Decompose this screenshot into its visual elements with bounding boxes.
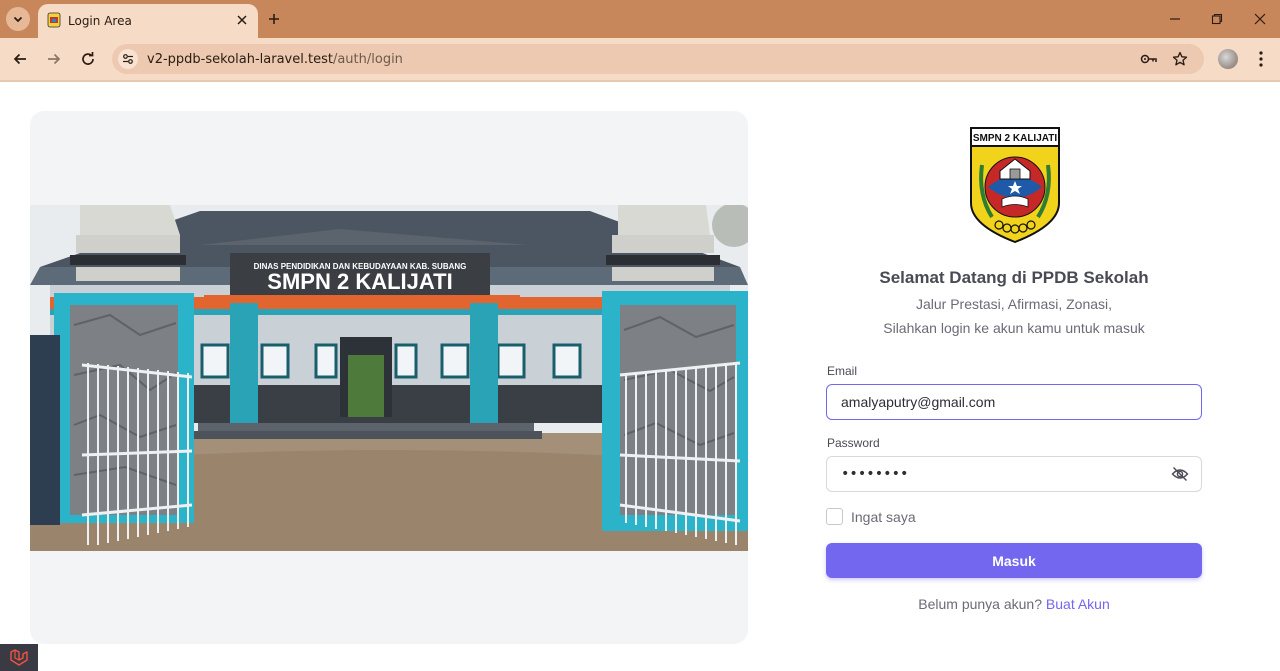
new-tab-button[interactable] xyxy=(264,9,284,29)
profile-avatar[interactable] xyxy=(1218,49,1238,69)
star-icon xyxy=(1172,51,1188,66)
close-icon xyxy=(237,15,247,25)
kebab-menu-icon xyxy=(1259,51,1263,67)
url-path: /auth/login xyxy=(332,52,403,67)
address-bar[interactable]: v2-ppdb-sekolah-laravel.test/auth/login xyxy=(112,44,1204,74)
browser-toolbar: v2-ppdb-sekolah-laravel.test/auth/login xyxy=(0,38,1280,80)
close-window-icon xyxy=(1254,13,1266,25)
close-tab-button[interactable] xyxy=(234,12,250,28)
email-field[interactable] xyxy=(826,384,1202,420)
welcome-subtitle-2: Silahkan login ke akun kamu untuk masuk xyxy=(883,320,1145,336)
password-field[interactable] xyxy=(826,456,1202,492)
key-icon xyxy=(1140,54,1157,64)
tab-title: Login Area xyxy=(68,14,132,28)
bookmark-button[interactable] xyxy=(1171,50,1189,68)
remember-me-checkbox[interactable] xyxy=(826,508,843,525)
eye-off-icon xyxy=(1171,467,1189,481)
minimize-icon xyxy=(1170,18,1180,20)
browser-tab-strip: Login Area xyxy=(0,0,1280,38)
reload-button[interactable] xyxy=(77,48,99,70)
school-logo: SMPN 2 KALIJATI xyxy=(970,127,1060,244)
chevron-down-icon xyxy=(13,16,23,23)
tab-search-button[interactable] xyxy=(6,7,30,31)
register-link[interactable]: Buat Akun xyxy=(1046,596,1110,612)
welcome-subtitle-1: Jalur Prestasi, Afirmasi, Zonasi, xyxy=(915,296,1113,312)
password-label: Password xyxy=(827,436,880,450)
laravel-icon xyxy=(10,648,28,666)
back-button[interactable] xyxy=(9,48,31,70)
url-host: v2-ppdb-sekolah-laravel.test xyxy=(147,52,333,67)
school-building-photo: DINAS PENDIDIKAN DAN KEBUDAYAAN KAB. SUB… xyxy=(30,205,748,551)
password-manager-button[interactable] xyxy=(1140,50,1158,68)
site-settings-icon xyxy=(123,54,133,64)
browser-menu-button[interactable] xyxy=(1252,48,1270,70)
register-prompt-text: Belum punya akun? xyxy=(918,596,1043,612)
restore-button[interactable] xyxy=(1208,10,1226,28)
forward-button[interactable] xyxy=(43,48,65,70)
plus-icon xyxy=(269,14,279,24)
close-window-button[interactable] xyxy=(1251,10,1269,28)
register-prompt: Belum punya akun? Buat Akun xyxy=(826,596,1202,612)
remember-me[interactable]: Ingat saya xyxy=(826,508,916,525)
toolbar-divider xyxy=(0,80,1280,82)
site-info-button[interactable] xyxy=(118,49,138,69)
remember-me-label: Ingat saya xyxy=(851,508,916,525)
school-photo-card: DINAS PENDIDIKAN DAN KEBUDAYAAN KAB. SUB… xyxy=(30,111,748,644)
restore-icon xyxy=(1211,13,1223,25)
laravel-debugbar-toggle[interactable] xyxy=(0,644,38,671)
login-submit-button[interactable]: Masuk xyxy=(826,543,1202,578)
email-label: Email xyxy=(827,364,858,378)
school-favicon-icon xyxy=(47,12,61,28)
forward-arrow-icon xyxy=(48,53,61,65)
toggle-password-visibility-button[interactable] xyxy=(1170,465,1190,483)
url-text[interactable]: v2-ppdb-sekolah-laravel.test/auth/login xyxy=(147,52,403,67)
logo-banner-text: SMPN 2 KALIJATI xyxy=(973,133,1057,144)
welcome-title: Selamat Datang di PPDB Sekolah xyxy=(879,268,1149,287)
photo-sign-line2: SMPN 2 KALIJATI xyxy=(267,269,452,294)
back-arrow-icon xyxy=(13,53,26,65)
active-tab[interactable]: Login Area xyxy=(38,4,258,38)
reload-icon xyxy=(82,52,94,65)
minimize-button[interactable] xyxy=(1166,10,1184,28)
